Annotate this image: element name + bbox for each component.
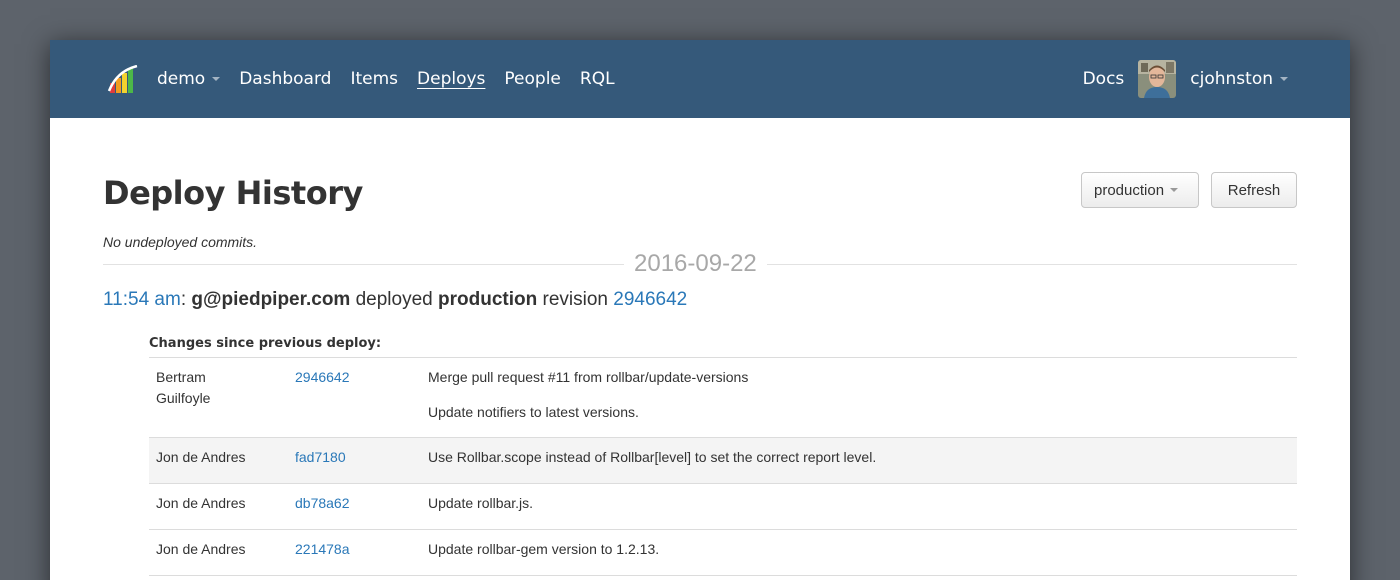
deploy-revision-link[interactable]: 2946642 xyxy=(613,289,687,310)
commit-message: Use Rollbar.scope instead of Rollbar[lev… xyxy=(428,449,877,465)
username: cjohnston xyxy=(1190,69,1273,89)
nav-dashboard[interactable]: Dashboard xyxy=(239,69,331,89)
table-row: Jon de Andres db78a62 Update rollbar.js. xyxy=(149,484,1297,530)
chevron-down-icon xyxy=(212,77,221,81)
commit-message: Merge pull request #11 from rollbar/upda… xyxy=(428,358,1297,437)
commit-message: Update rollbar-gem version to 1.2.13. xyxy=(428,541,660,557)
table-row: Jon de Andres fad7180 Use Rollbar.scope … xyxy=(149,438,1297,484)
deploy-verb: deployed xyxy=(355,289,433,310)
commit-message-line: Update notifiers to latest versions. xyxy=(428,404,639,420)
commit-rev-link[interactable]: 2946642 xyxy=(295,369,350,385)
chevron-down-icon xyxy=(1280,77,1288,81)
top-navbar: demo Dashboard Items Deploys People RQL … xyxy=(50,40,1350,118)
commit-author: Jon de Andres xyxy=(156,541,246,557)
deploy-environment: production xyxy=(438,289,538,310)
table-row: Bertram Guilfoyle 2946642 Merge pull req… xyxy=(149,358,1297,438)
nav-right-group: Docs cjohnston xyxy=(1083,40,1288,118)
deploy-colon: : xyxy=(180,289,187,310)
page-title: Deploy History xyxy=(103,174,363,212)
nav-items[interactable]: Items xyxy=(350,69,398,89)
project-name: demo xyxy=(157,69,206,89)
undeployed-status: No undeployed commits. xyxy=(103,234,258,250)
rollbar-logo-icon[interactable] xyxy=(107,65,139,93)
chevron-down-icon xyxy=(1170,188,1179,192)
table-row: Jon de Andres 221478a Update rollbar-gem… xyxy=(149,530,1297,576)
commit-message: Update rollbar.js. xyxy=(428,495,534,511)
user-avatar[interactable] xyxy=(1138,60,1177,98)
nav-deploys[interactable]: Deploys xyxy=(417,69,485,89)
commit-rev-link[interactable]: fad7180 xyxy=(295,449,346,465)
commit-message-line: Merge pull request #11 from rollbar/upda… xyxy=(428,369,749,385)
environment-dropdown[interactable]: production xyxy=(1081,172,1199,208)
deploy-revision-word: revision xyxy=(542,289,608,310)
nav-people[interactable]: People xyxy=(504,69,560,89)
commit-rev-link[interactable]: db78a62 xyxy=(295,495,350,511)
refresh-button[interactable]: Refresh xyxy=(1211,172,1297,208)
commit-author: Jon de Andres xyxy=(156,449,246,465)
project-switcher[interactable]: demo xyxy=(157,69,221,89)
changes-table: Bertram Guilfoyle 2946642 Merge pull req… xyxy=(149,357,1297,576)
commit-rev-link[interactable]: 221478a xyxy=(295,541,350,557)
environment-label: production xyxy=(1094,181,1165,199)
commit-author: Jon de Andres xyxy=(156,495,246,511)
user-menu[interactable]: cjohnston xyxy=(1190,69,1288,89)
deploy-date: 2016-09-22 xyxy=(624,250,767,278)
changes-heading: Changes since previous deploy: xyxy=(149,336,382,351)
nav-docs[interactable]: Docs xyxy=(1083,69,1125,89)
app-window: demo Dashboard Items Deploys People RQL … xyxy=(50,40,1350,580)
nav-rql[interactable]: RQL xyxy=(580,69,615,89)
deploy-summary: 11:54 am: g@piedpiper.com deployed produ… xyxy=(103,289,687,311)
commit-author: Bertram Guilfoyle xyxy=(156,369,211,406)
deploy-time-link[interactable]: 11:54 am xyxy=(103,289,181,310)
deploy-user: g@piedpiper.com xyxy=(191,289,351,310)
